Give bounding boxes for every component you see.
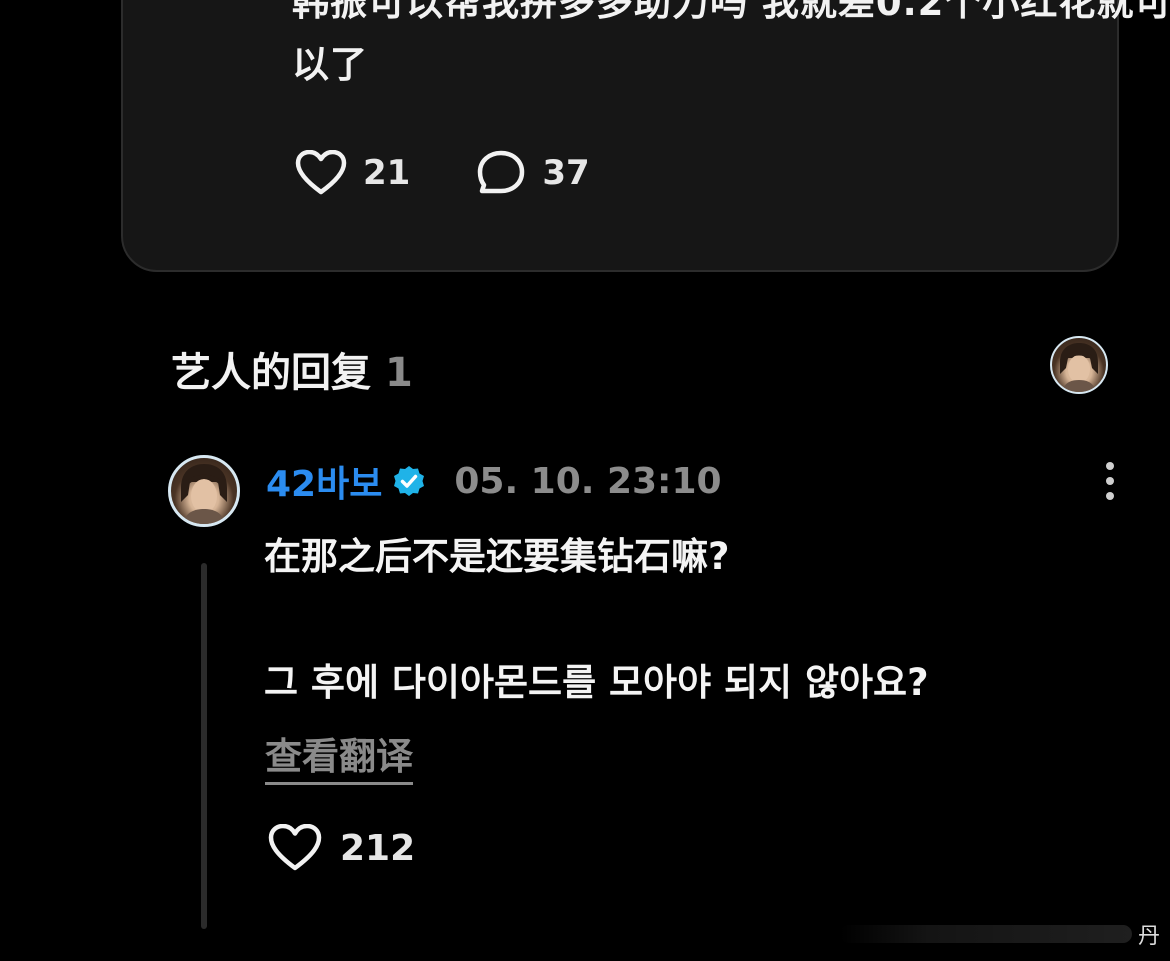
reply-username[interactable]: 42바보	[266, 455, 382, 507]
post-actions: 21 37	[295, 148, 656, 198]
post-like-count: 21	[363, 153, 411, 193]
post-like-button[interactable]: 21	[295, 150, 410, 196]
reply-text-korean: 그 후에 다이아몬드를 모아야 되지 않아요?	[264, 661, 929, 704]
post-reply-button[interactable]: 37	[476, 150, 590, 196]
comment-bubble-icon	[478, 150, 525, 194]
reply-like-button[interactable]: 212	[268, 824, 415, 872]
replies-count: 1	[385, 350, 413, 396]
artist-replies-header: 艺人的回复 1	[171, 340, 413, 398]
replies-title: 艺人的回复	[171, 350, 371, 396]
heart-icon	[295, 150, 347, 195]
artist-face-illustration	[1060, 343, 1098, 392]
verified-badge-icon	[394, 466, 425, 496]
more-options-icon[interactable]	[1099, 460, 1121, 502]
post-text: 韩振可以帮我拼多多助力吗 我就差0.2个小红花就可以了	[292, 0, 1170, 86]
reply-timestamp: 05. 10. 23:10	[454, 460, 722, 502]
reply-text-chinese: 在那之后不是还要集钻石嘛?	[264, 535, 730, 578]
post-reply-count: 37	[542, 153, 590, 193]
see-translation-link[interactable]: 查看翻译	[265, 726, 413, 785]
watermark-bar	[840, 925, 1132, 943]
heart-icon	[268, 824, 322, 871]
reply-author-avatar[interactable]	[168, 455, 240, 527]
watermark: 丹	[840, 921, 1160, 949]
reply-author-face-illustration	[181, 464, 227, 524]
watermark-text: 丹	[1137, 924, 1160, 949]
reply-like-count: 212	[340, 827, 416, 869]
artist-avatar[interactable]	[1050, 336, 1108, 394]
reply-meta: 42바보 05. 10. 23:10	[266, 455, 722, 507]
original-post-card[interactable]: 韩振可以帮我拼多多助力吗 我就差0.2个小红花就可以了 21 37	[121, 0, 1170, 272]
thread-line	[201, 563, 207, 929]
